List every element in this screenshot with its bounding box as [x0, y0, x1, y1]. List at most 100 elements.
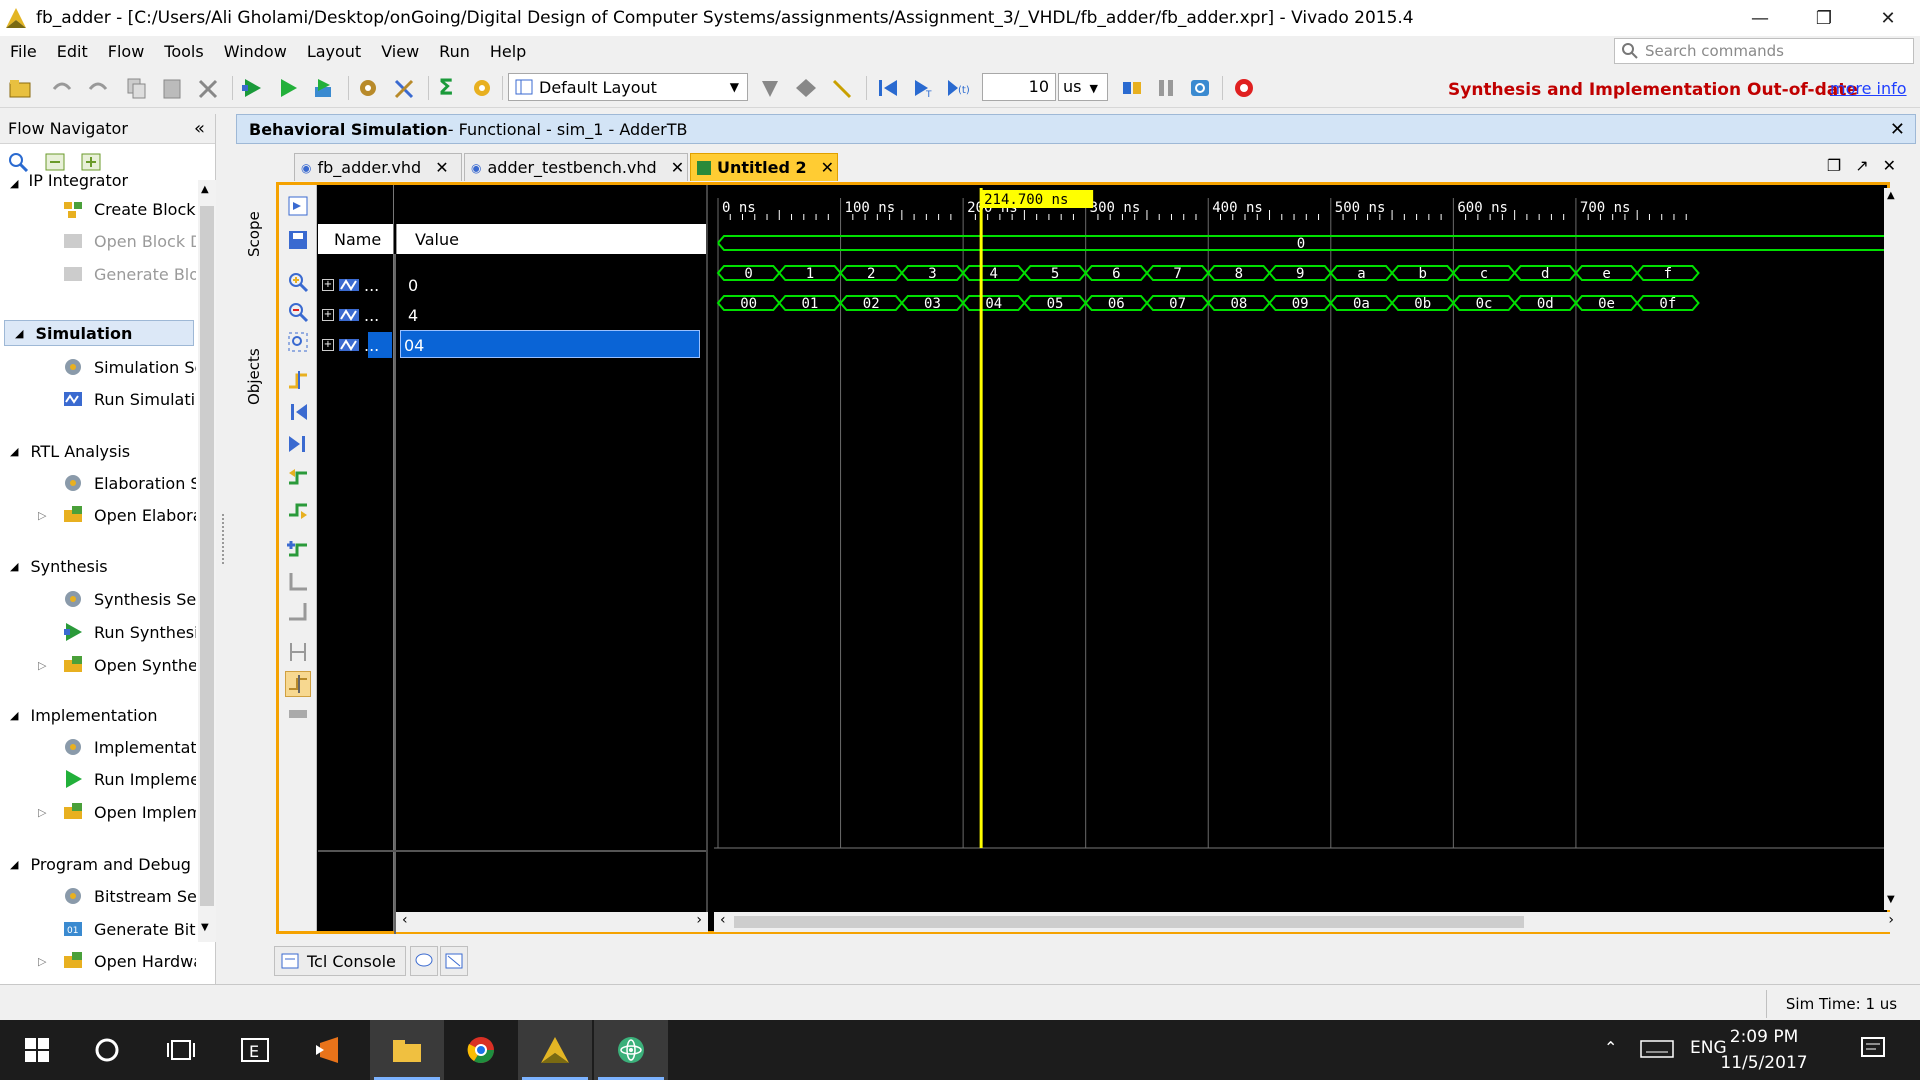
next-transition-icon[interactable] [285, 497, 311, 523]
scroll-right-icon[interactable]: › [696, 912, 702, 928]
taskbar-app-explorer[interactable] [370, 1020, 444, 1080]
expand-all-icon[interactable] [80, 152, 102, 172]
break-icon[interactable] [1230, 74, 1258, 102]
side-tab-objects[interactable]: Objects [242, 332, 266, 422]
snap-to-transition-icon[interactable] [285, 671, 311, 697]
run-icon[interactable] [274, 74, 302, 102]
flow-item-create-block-design[interactable]: Create Block D [0, 196, 196, 222]
minimize-button[interactable]: — [1728, 0, 1792, 36]
scroll-right-icon[interactable]: › [1888, 912, 1894, 928]
action-center-icon[interactable] [1860, 1036, 1888, 1066]
value-column-header[interactable]: Value [396, 224, 706, 254]
relaunch-icon[interactable] [1186, 74, 1214, 102]
sigma-report-icon[interactable]: Σ [432, 74, 460, 102]
section-simulation[interactable]: ◢ Simulation [4, 320, 194, 346]
expand-signal-icon[interactable]: + [322, 309, 334, 321]
column-divider[interactable] [394, 254, 396, 934]
go-to-end-icon[interactable] [285, 431, 311, 457]
taskbar-app-vivado[interactable] [518, 1020, 592, 1080]
flow-item-generate-bitstream[interactable]: 01 Generate Bits [0, 916, 196, 942]
wave-tool-icon-1[interactable] [756, 74, 784, 102]
collapse-panel-icon[interactable]: « [194, 118, 205, 139]
menu-run[interactable]: Run [429, 42, 480, 61]
wave-vertical-scrollbar[interactable]: ▲ ▼ [1884, 188, 1900, 910]
zoom-out-icon[interactable] [285, 299, 311, 325]
value-horizontal-scrollbar[interactable]: ‹ › [396, 912, 708, 932]
run-simulation-icon[interactable] [238, 74, 266, 102]
step-icon[interactable] [1118, 74, 1146, 102]
copy-icon[interactable] [122, 74, 150, 102]
expand-signal-icon[interactable]: + [322, 279, 334, 291]
menu-view[interactable]: View [371, 42, 429, 61]
close-pane-icon[interactable]: ✕ [1883, 156, 1896, 175]
side-tab-scope[interactable]: Scope [242, 184, 266, 284]
scroll-up-icon[interactable]: ▲ [1887, 190, 1895, 201]
flow-item-implementation-settings[interactable]: Implementatio [0, 734, 196, 760]
flow-item-run-synthesis[interactable]: Run Synthesis [0, 619, 196, 645]
run-for-time-icon[interactable]: (t) [946, 74, 974, 102]
selected-value-cell[interactable] [400, 330, 700, 358]
tab-tcl-console[interactable]: Tcl Console [274, 946, 406, 976]
paste-icon[interactable] [158, 74, 186, 102]
section-ip-integrator[interactable]: ◢ IP Integrator [0, 174, 128, 190]
show-hidden-icons-chevron-icon[interactable]: ⌃ [1604, 1038, 1617, 1057]
expand-signal-icon[interactable]: + [322, 339, 334, 351]
tab-untitled-2[interactable]: Untitled 2 ✕ [690, 153, 838, 181]
scrollbar-thumb[interactable] [200, 206, 214, 906]
redo-icon[interactable] [84, 74, 112, 102]
add-marker-icon[interactable] [285, 537, 311, 563]
name-column-header[interactable]: Name [318, 224, 394, 254]
section-rtl-analysis[interactable]: ◢ RTL Analysis [0, 438, 130, 464]
more-info-link[interactable]: more info [1830, 79, 1907, 98]
wave-tool-icon-2[interactable] [792, 74, 820, 102]
wave-select-icon[interactable] [285, 193, 311, 219]
flow-item-bitstream-settings[interactable]: Bitstream Setl [0, 883, 196, 909]
panel-splitter[interactable] [216, 114, 230, 984]
tab-fb-adder-vhd[interactable]: ◉ fb_adder.vhd ✕ [294, 153, 462, 181]
system-clock[interactable]: 2:09 PM 11/5/2017 [1704, 1024, 1824, 1076]
layout-select[interactable]: Default Layout ▼ [508, 73, 748, 101]
menu-file[interactable]: File [0, 42, 47, 61]
tools-icon[interactable] [390, 74, 418, 102]
close-window-button[interactable]: ✕ [1856, 0, 1920, 36]
flow-item-open-elaborated-design[interactable]: ▷ Open Elabora [0, 502, 196, 528]
flow-item-synthesis-settings[interactable]: Synthesis Set [0, 586, 196, 612]
flow-item-open-block-design[interactable]: Open Block De [0, 228, 196, 254]
section-synthesis[interactable]: ◢ Synthesis [0, 553, 108, 579]
run-unit-select[interactable]: us ▼ [1058, 73, 1108, 101]
menu-flow[interactable]: Flow [98, 42, 155, 61]
flow-item-run-simulation[interactable]: Run Simulatior [0, 386, 196, 412]
next-marker-icon[interactable] [285, 599, 311, 625]
go-to-start-icon[interactable] [285, 399, 311, 425]
wave-horizontal-scrollbar[interactable]: ‹ › [714, 912, 1900, 932]
menu-help[interactable]: Help [480, 42, 536, 61]
pause-icon[interactable] [1152, 74, 1180, 102]
close-tab-icon[interactable]: ✕ [671, 158, 684, 177]
save-wave-icon[interactable] [285, 227, 311, 253]
scroll-up-icon[interactable]: ▲ [201, 184, 209, 195]
search-icon[interactable] [8, 152, 30, 172]
flow-item-elaboration-settings[interactable]: Elaboration Se [0, 470, 196, 496]
taskbar-app-editor[interactable]: E [218, 1020, 292, 1080]
swap-cursors-icon[interactable] [285, 639, 311, 665]
tab-adder-testbench-vhd[interactable]: ◉ adder_testbench.vhd ✕ [464, 153, 688, 181]
open-project-icon[interactable] [6, 74, 34, 102]
flow-item-open-hardware-manager[interactable]: ▷ Open Hardwa [0, 948, 196, 974]
start-button[interactable] [0, 1020, 74, 1080]
flow-navigator-scrollbar[interactable]: ▲ ▼ [198, 180, 216, 942]
delete-icon[interactable] [194, 74, 222, 102]
restore-pane-icon[interactable]: ❐ [1827, 156, 1841, 175]
run-all-icon[interactable]: T [910, 74, 938, 102]
run-time-input[interactable]: 10 [982, 73, 1056, 101]
section-program-and-debug[interactable]: ◢ Program and Debug [0, 851, 191, 877]
menu-window[interactable]: Window [214, 42, 297, 61]
flow-item-open-implemented-design[interactable]: ▷Open Impleme [0, 799, 196, 825]
section-implementation[interactable]: ◢ Implementation [0, 702, 158, 728]
maximize-pane-icon[interactable]: ↗ [1855, 156, 1868, 175]
menu-tools[interactable]: Tools [154, 42, 213, 61]
scroll-down-icon[interactable]: ▼ [201, 922, 209, 933]
ip-catalog-icon[interactable] [468, 74, 496, 102]
pointer-tool-icon[interactable] [828, 74, 856, 102]
previous-transition-icon[interactable] [285, 465, 311, 491]
zoom-fit-icon[interactable] [285, 329, 311, 355]
